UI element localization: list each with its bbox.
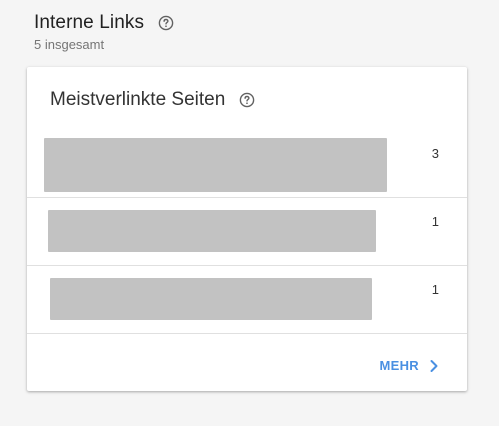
most-linked-pages-card: Meistverlinkte Seiten 3 1 1 MEHR — [27, 67, 467, 391]
link-count: 1 — [431, 214, 439, 229]
section-header: Interne Links 5 insgesamt — [34, 10, 174, 52]
link-count: 1 — [431, 282, 439, 297]
list-item[interactable]: 1 — [27, 266, 467, 334]
internal-links-page: Interne Links 5 insgesamt Meistverlinkte… — [0, 0, 499, 426]
link-count: 3 — [431, 146, 439, 161]
more-label: MEHR — [379, 358, 419, 373]
section-title: Interne Links — [34, 12, 145, 33]
more-button[interactable]: MEHR — [380, 358, 439, 373]
linked-pages-list: 3 1 1 — [27, 130, 467, 334]
card-header: Meistverlinkte Seiten — [50, 87, 255, 113]
section-title-row: Interne Links — [34, 10, 174, 36]
list-item[interactable]: 1 — [27, 198, 467, 266]
help-circle-icon[interactable] — [239, 92, 255, 108]
help-circle-icon[interactable] — [158, 15, 174, 31]
list-item[interactable]: 3 — [27, 130, 467, 198]
redacted-page-bar — [48, 210, 376, 252]
section-subtitle: 5 insgesamt — [34, 37, 105, 52]
card-title: Meistverlinkte Seiten — [50, 89, 226, 110]
redacted-page-bar — [44, 138, 387, 192]
chevron-right-icon — [429, 359, 439, 373]
redacted-page-bar — [50, 278, 372, 320]
